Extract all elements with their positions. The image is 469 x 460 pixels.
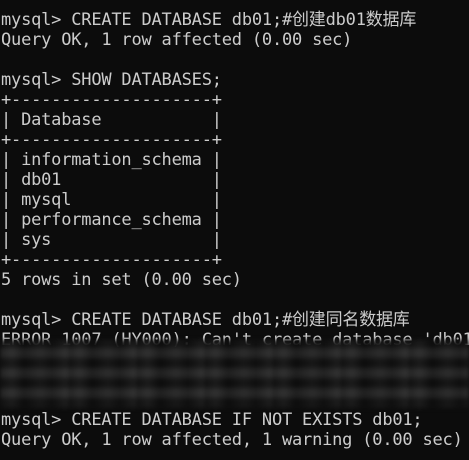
terminal-line: Query OK, 1 row affected (0.00 sec) xyxy=(1,30,353,50)
terminal-line: Query OK, 1 row affected, 1 warning (0.0… xyxy=(1,430,463,450)
terminal-line: 5 rows in set (0.00 sec) xyxy=(1,270,242,290)
terminal-window[interactable]: mysql> CREATE DATABASE db01;#创建db01数据库 Q… xyxy=(0,0,469,460)
terminal-line: | information_schema | xyxy=(1,150,222,170)
terminal-line: mysql> CREATE DATABASE db01;#创建同名数据库 xyxy=(1,310,410,330)
terminal-line: | db01 | xyxy=(1,170,222,190)
terminal-line: +--------------------+ xyxy=(1,130,222,150)
terminal-line: mysql> CREATE DATABASE IF NOT EXISTS db0… xyxy=(1,410,423,430)
terminal-line: +--------------------+ xyxy=(1,250,222,270)
terminal-line: | mysql | xyxy=(1,190,222,210)
terminal-line: mysql> CREATE DATABASE db01;#创建db01数据库 xyxy=(1,10,417,30)
terminal-line: | sys | xyxy=(1,230,222,250)
terminal-line: mysql> SHOW DATABASES; xyxy=(1,70,222,90)
terminal-line: | performance_schema | xyxy=(1,210,222,230)
redacted-blur-region xyxy=(0,340,469,408)
terminal-line: +--------------------+ xyxy=(1,90,222,110)
terminal-line: | Database | xyxy=(1,110,222,130)
